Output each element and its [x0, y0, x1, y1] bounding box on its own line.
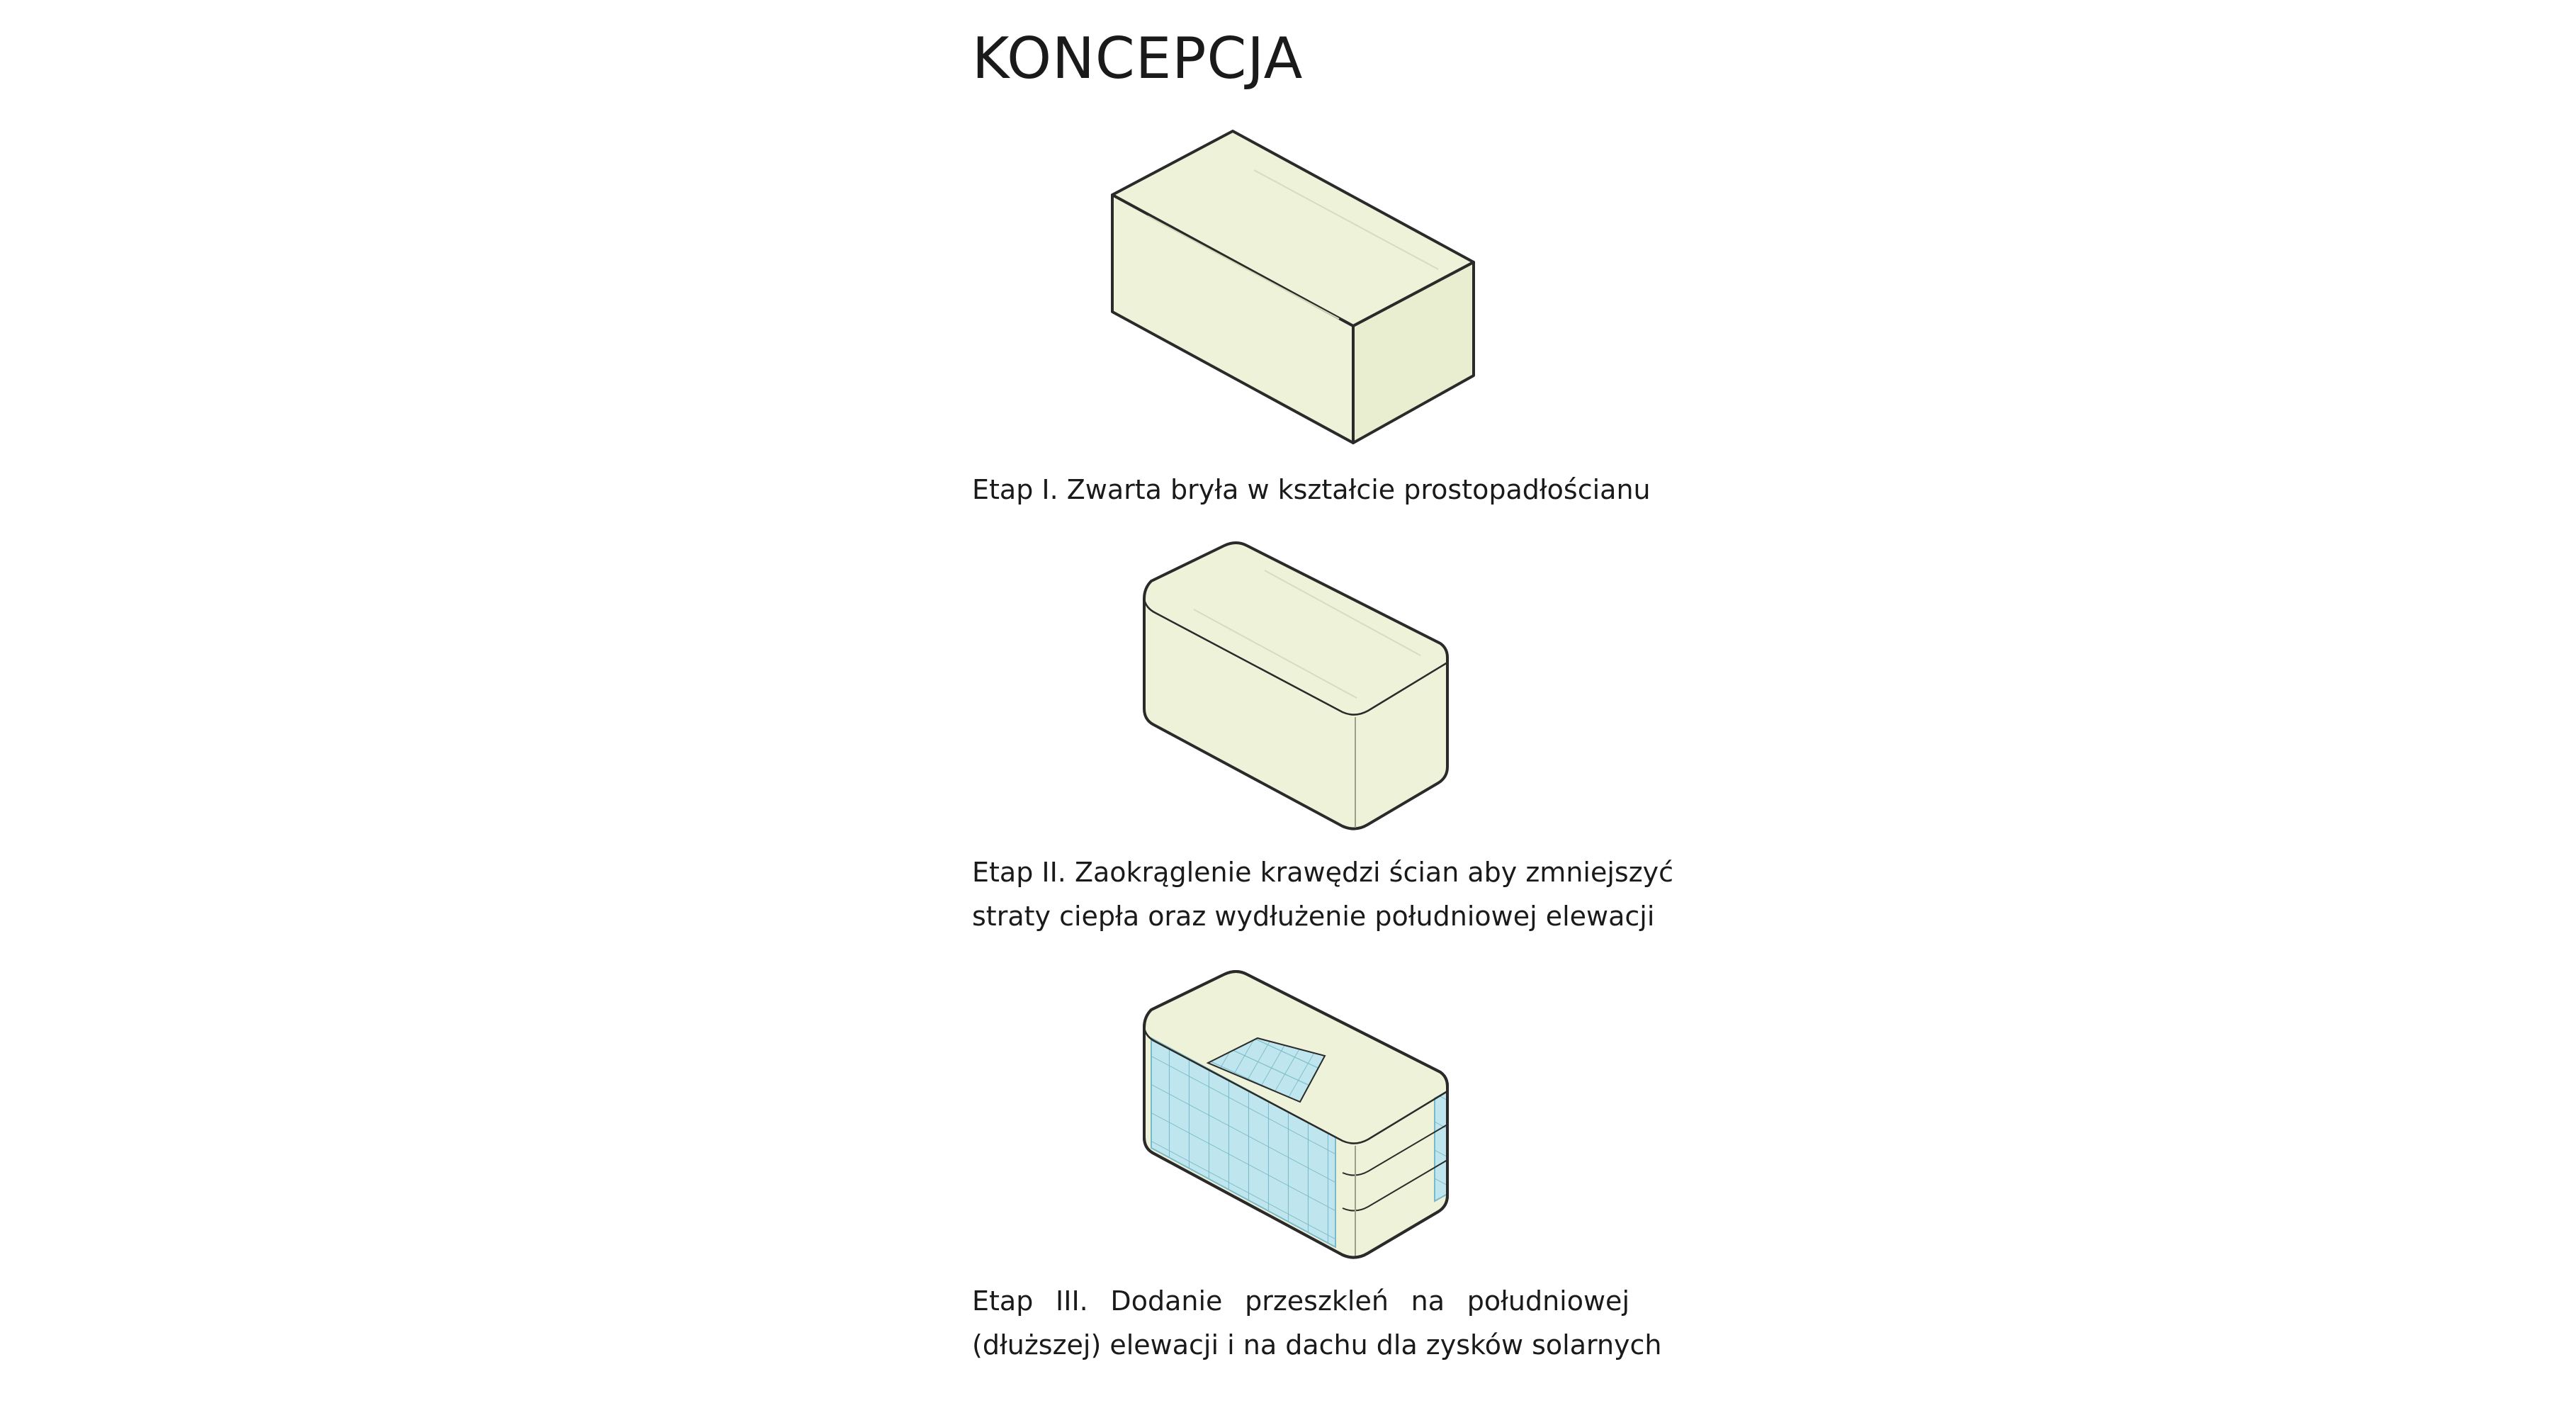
rounded-box-outline [1143, 541, 1449, 830]
caption-line: Etap II. Zaokrąglenie krawędzi ścian aby… [972, 857, 1674, 888]
stage-1-box-diagram [1111, 130, 1475, 444]
stage-3-glazed-box-diagram [1143, 970, 1449, 1259]
stage-1-caption: Etap I. Zwarta bryła w kształcie prostop… [972, 468, 1651, 512]
caption-line: Etap I. Zwarta bryła w kształcie prostop… [972, 474, 1651, 505]
stage-2-caption: Etap II. Zaokrąglenie krawędzi ścian aby… [972, 850, 1674, 938]
page-title: KONCEPCJA [972, 26, 1304, 91]
stage-3-caption: Etap III. Dodanie przeszkleń na południo… [972, 1279, 1662, 1367]
stage-2-rounded-box-diagram [1143, 541, 1449, 830]
caption-line: Etap III. Dodanie przeszkleń na południo… [972, 1285, 1629, 1317]
caption-line: (dłuższej) elewacji i na dachu dla zyskó… [972, 1329, 1662, 1361]
caption-line: straty ciepła oraz wydłużenie południowe… [972, 901, 1655, 932]
